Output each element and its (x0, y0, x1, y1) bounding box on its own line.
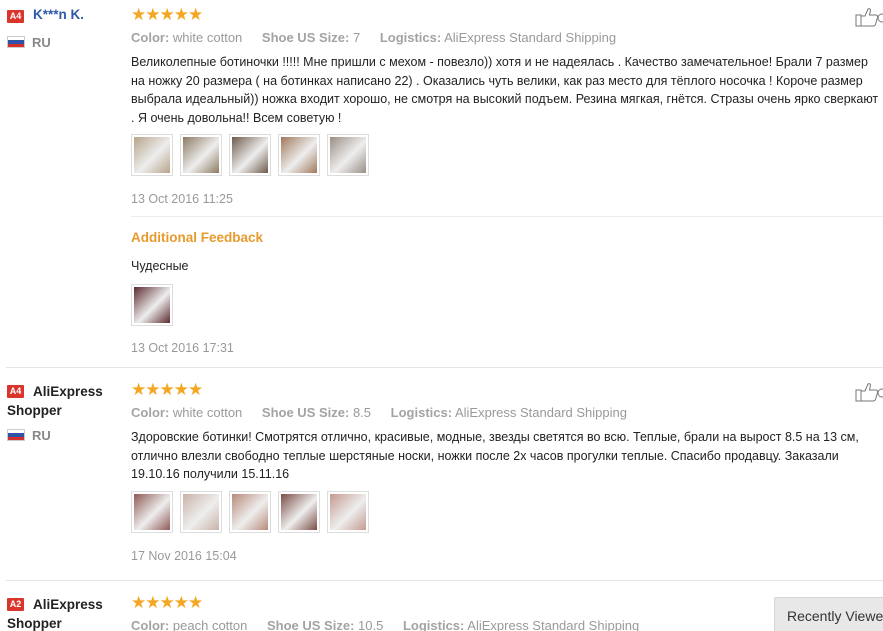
review-photos (131, 134, 369, 176)
review-photo[interactable] (229, 134, 271, 176)
thumbs-up-icon (855, 8, 883, 27)
reviewer-name[interactable]: K***n K. (33, 7, 84, 22)
divider (131, 216, 883, 217)
review-text: Здоровские ботинки! Смотрятся отлично, к… (131, 430, 859, 481)
review-divider (6, 367, 883, 368)
review-photo[interactable] (327, 134, 369, 176)
russia-flag-icon (7, 429, 25, 441)
review-photo[interactable] (131, 491, 173, 533)
review-photos (131, 491, 369, 533)
reviewer-name[interactable]: AliExpress Shopper (7, 382, 127, 420)
review-photo[interactable] (180, 491, 222, 533)
review-photo[interactable] (327, 491, 369, 533)
recently-viewed-button[interactable]: Recently Viewed (774, 597, 883, 631)
helpful-thumbs-up-button[interactable] (855, 382, 883, 402)
review-photo[interactable] (229, 491, 271, 533)
thumbs-up-icon (855, 383, 883, 402)
review-photo[interactable] (180, 134, 222, 176)
additional-feedback-heading: Additional Feedback (131, 230, 264, 245)
review-date: 17 Nov 2016 15:04 (131, 549, 237, 563)
order-attributes: Color: peach cotton Shoe US Size: 10.5 L… (131, 618, 640, 631)
additional-feedback-text: Чудесные (131, 259, 189, 273)
review-photo[interactable] (131, 284, 173, 326)
russia-flag-icon (7, 36, 25, 48)
reviewer-country: RU (7, 35, 51, 50)
star-rating: ★★★★★ (131, 593, 203, 612)
additional-feedback-photos (131, 284, 173, 326)
review-photo[interactable] (278, 134, 320, 176)
star-rating: ★★★★★ (131, 380, 203, 399)
reviewer-country: RU (7, 428, 51, 443)
helpful-thumbs-up-button[interactable] (855, 7, 883, 27)
review-divider (6, 580, 883, 581)
order-attributes: Color: white cotton Shoe US Size: 8.5 Lo… (131, 405, 627, 420)
review-text: Великолепные ботиночки !!!!! Мне пришли … (131, 55, 879, 125)
star-rating: ★★★★★ (131, 5, 203, 24)
order-attributes: Color: white cotton Shoe US Size: 7 Logi… (131, 30, 617, 45)
buyer-level-badge: A4 (7, 10, 24, 23)
review-date: 13 Oct 2016 11:25 (131, 192, 233, 206)
review-photo[interactable] (131, 134, 173, 176)
reviewer-name[interactable]: AliExpress Shopper (7, 595, 127, 631)
additional-feedback-date: 13 Oct 2016 17:31 (131, 341, 234, 355)
review-photo[interactable] (278, 491, 320, 533)
